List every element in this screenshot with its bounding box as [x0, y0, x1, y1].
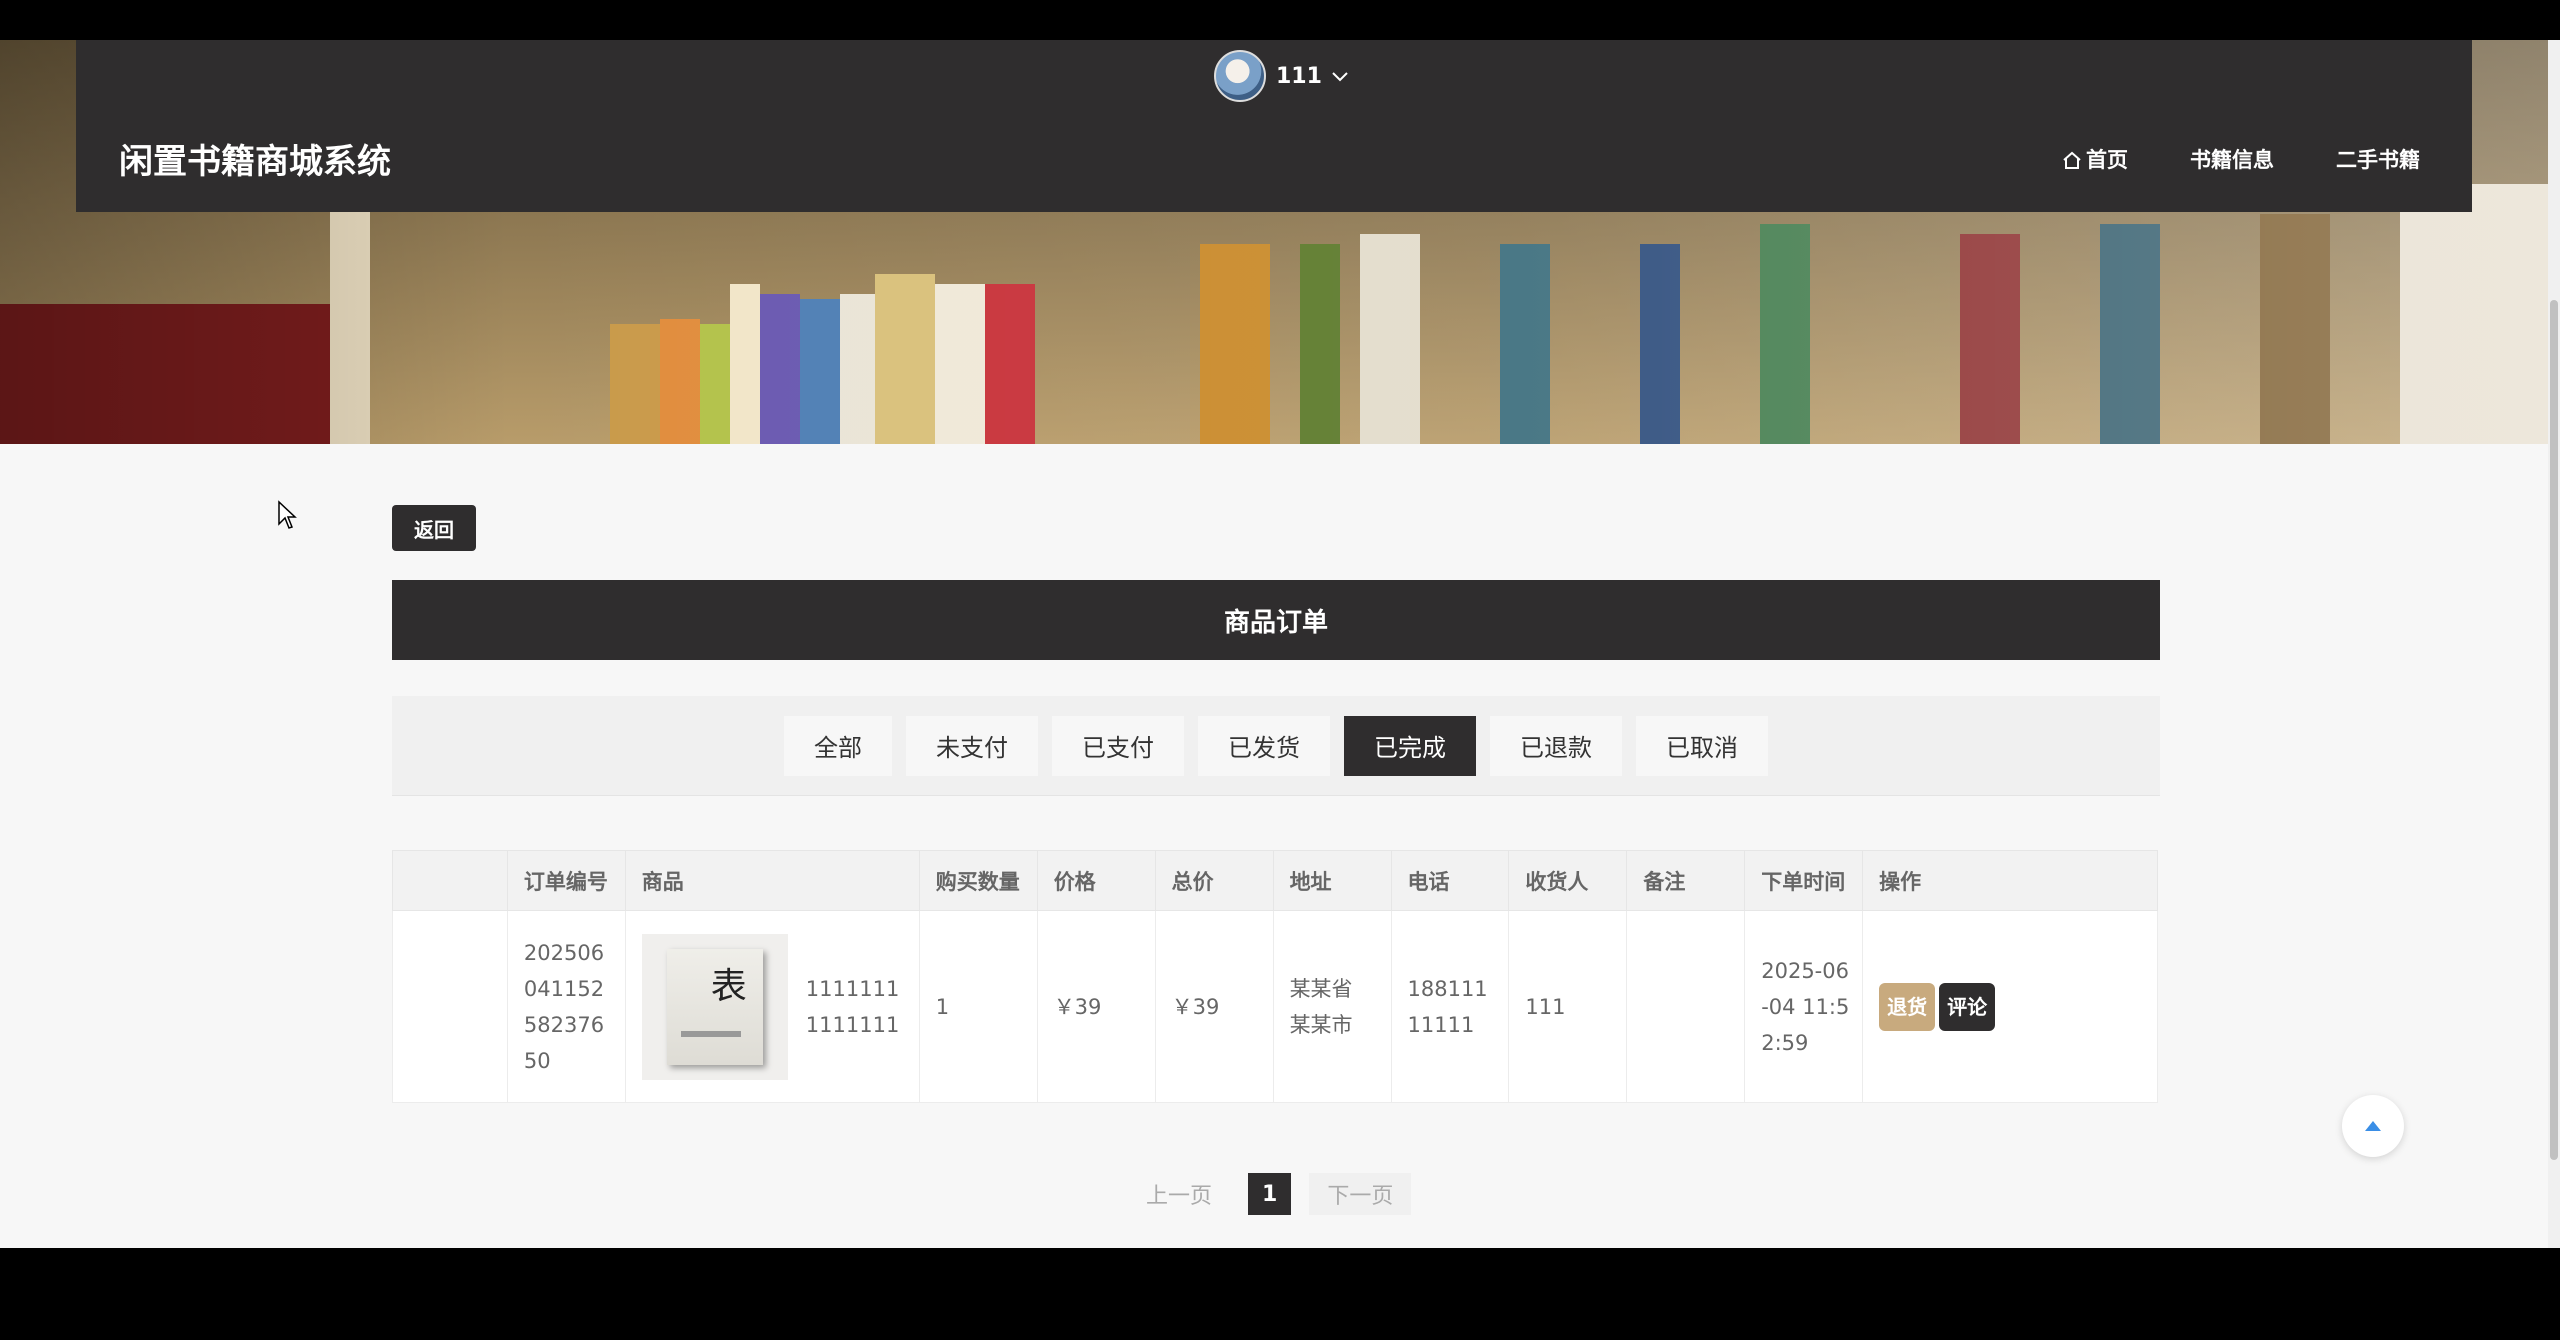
pagination: 上一页 1 下一页 [1128, 1173, 1412, 1215]
comment-button[interactable]: 评论 [1939, 982, 1996, 1031]
current-page[interactable]: 1 [1248, 1173, 1292, 1215]
book-thumbnail[interactable]: 表 [641, 933, 788, 1080]
goods-cell: 表 11111111111111 [624, 910, 920, 1103]
page-scrollbar[interactable] [2548, 40, 2560, 1248]
browser-viewport: 111 闲置书籍商城系统 首页 书籍信息 二手书籍 返回 商品订单 全部 未支付… [0, 40, 2548, 1248]
home-icon [2062, 150, 2082, 169]
avatar[interactable] [1214, 50, 1266, 102]
table-row: 20250604115258237650 表 11111111111111 1 … [392, 910, 2158, 1103]
nav-second-hand[interactable]: 二手书籍 [2336, 144, 2420, 174]
column-header: 下单时间 [1744, 850, 1864, 911]
chevron-down-icon[interactable] [1332, 66, 1348, 87]
column-header: 备注 [1626, 850, 1746, 911]
prev-page-button[interactable]: 上一页 [1128, 1173, 1230, 1215]
column-header: 收货人 [1508, 850, 1628, 911]
scrollbar-thumb[interactable] [2550, 300, 2558, 1160]
address: 某某省某某市 [1272, 910, 1392, 1103]
nav-book-info[interactable]: 书籍信息 [2190, 144, 2274, 174]
goods-name: 11111111111111 [805, 976, 900, 1037]
page-title: 商品订单 [392, 580, 2160, 660]
main-nav: 首页 书籍信息 二手书籍 [2062, 144, 2420, 174]
nav-home[interactable]: 首页 [2062, 144, 2128, 174]
order-time: 2025-06-04 11:52:59 [1744, 910, 1864, 1103]
column-header: 商品 [624, 850, 920, 911]
site-title: 闲置书籍商城系统 [119, 142, 391, 182]
tab-completed[interactable]: 已完成 [1344, 715, 1476, 776]
table-header-row: 订单编号 商品 购买数量 价格 总价 地址 电话 收货人 备注 下单时间 操作 [392, 850, 2158, 911]
tab-refunded[interactable]: 已退款 [1490, 715, 1622, 776]
arrow-up-icon [2364, 1117, 2382, 1136]
back-button[interactable]: 返回 [392, 505, 476, 551]
next-page-button[interactable]: 下一页 [1309, 1173, 1412, 1215]
tab-unpaid[interactable]: 未支付 [906, 715, 1038, 776]
tab-cancelled[interactable]: 已取消 [1636, 715, 1768, 776]
column-header: 总价 [1154, 850, 1274, 911]
top-navbar: 111 闲置书籍商城系统 首页 书籍信息 二手书籍 [76, 40, 2472, 212]
return-button[interactable]: 退货 [1879, 982, 1936, 1031]
order-number: 20250604115258237650 [506, 910, 626, 1103]
actions-cell: 退货 评论 [1862, 910, 2158, 1103]
back-to-top-button[interactable] [2342, 1095, 2404, 1157]
tab-paid[interactable]: 已支付 [1052, 715, 1184, 776]
phone: 18811111111 [1390, 910, 1510, 1103]
column-header: 订单编号 [506, 850, 626, 911]
column-header: 操作 [1862, 850, 2158, 911]
tab-all[interactable]: 全部 [784, 715, 892, 776]
receiver: 111 [1508, 910, 1628, 1103]
price: ￥39 [1036, 910, 1156, 1103]
column-header [392, 850, 508, 911]
column-header: 地址 [1272, 850, 1392, 911]
column-header: 价格 [1036, 850, 1156, 911]
column-header: 电话 [1390, 850, 1510, 911]
column-header: 购买数量 [918, 850, 1038, 911]
nav-home-label: 首页 [2086, 148, 2128, 172]
screen-frame: 111 闲置书籍商城系统 首页 书籍信息 二手书籍 返回 商品订单 全部 未支付… [0, 0, 2560, 1340]
row-blank-cell [392, 910, 508, 1103]
order-status-tabs: 全部 未支付 已支付 已发货 已完成 已退款 已取消 [392, 696, 2160, 796]
remark [1626, 910, 1746, 1103]
user-name[interactable]: 111 [1276, 64, 1322, 89]
orders-table: 订单编号 商品 购买数量 价格 总价 地址 电话 收货人 备注 下单时间 操作 [392, 850, 2158, 1103]
quantity: 1 [918, 910, 1038, 1103]
user-menu[interactable]: 111 [1214, 48, 1348, 104]
total-price: ￥39 [1154, 910, 1274, 1103]
mouse-cursor-icon [277, 500, 297, 530]
tab-shipped[interactable]: 已发货 [1198, 715, 1330, 776]
